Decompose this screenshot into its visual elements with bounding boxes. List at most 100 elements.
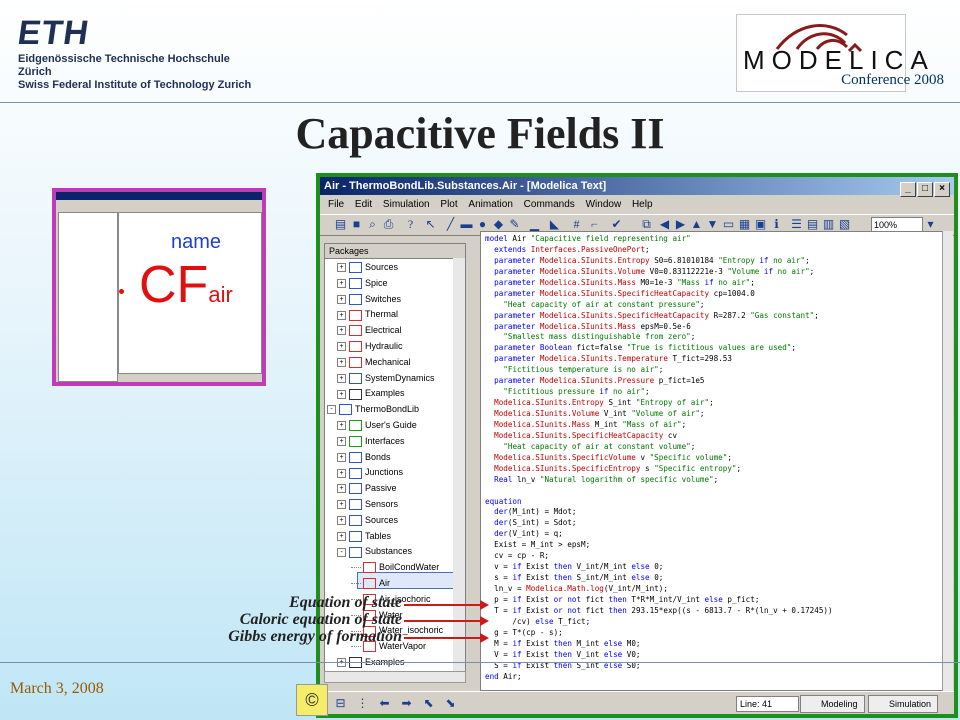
- tree-item[interactable]: + Interfaces: [337, 434, 405, 449]
- expand-icon[interactable]: +: [337, 531, 346, 541]
- help-icon[interactable]: ?: [404, 218, 417, 231]
- expand-icon[interactable]: +: [337, 468, 346, 478]
- polygon-tool-icon[interactable]: ◆: [492, 218, 505, 231]
- minimize-button[interactable]: _: [900, 182, 916, 197]
- code-vertical-scrollbar[interactable]: [942, 231, 953, 691]
- info-icon[interactable]: ℹ: [770, 218, 783, 231]
- zoom-dropdown-chevron-icon[interactable]: ▾: [924, 218, 937, 231]
- eth-line-1: Eidgenössische Technische Hochschule Zür…: [18, 53, 230, 78]
- tree-horizontal-scrollbar[interactable]: [324, 671, 466, 683]
- expand-icon[interactable]: +: [337, 326, 346, 336]
- down-icon[interactable]: ▼: [706, 218, 719, 231]
- line-color-icon[interactable]: ▁: [528, 218, 541, 231]
- check-icon[interactable]: ✔: [610, 218, 623, 231]
- expand-icon[interactable]: +: [337, 500, 346, 510]
- open-icon[interactable]: ▤: [334, 218, 347, 231]
- close-button[interactable]: ×: [934, 182, 950, 197]
- connect-icon[interactable]: ⌐: [588, 218, 601, 231]
- tree-item[interactable]: + Examples: [337, 386, 405, 401]
- line-tool-icon[interactable]: ╱: [444, 218, 457, 231]
- simulation-mode-button[interactable]: Simulation: [868, 695, 939, 713]
- package-icon: [349, 499, 362, 511]
- expand-icon[interactable]: +: [337, 484, 346, 494]
- tree-vertical-scrollbar[interactable]: [453, 258, 465, 672]
- collapse-icon[interactable]: -: [337, 547, 346, 557]
- menu-animation[interactable]: Animation: [468, 199, 512, 210]
- copy-icon[interactable]: ⧉: [640, 218, 653, 231]
- tree-item[interactable]: + Tables: [337, 529, 391, 544]
- nav-back-icon[interactable]: ⬅: [378, 697, 391, 710]
- tree-item[interactable]: + Passive: [337, 481, 397, 496]
- menu-plot[interactable]: Plot: [440, 199, 457, 210]
- diagram-view-icon[interactable]: ▭: [722, 218, 735, 231]
- text-tool-icon[interactable]: ✎: [508, 218, 521, 231]
- rectangle-tool-icon[interactable]: ▬: [460, 218, 473, 231]
- fill-color-icon[interactable]: ◣: [548, 218, 561, 231]
- tree-item[interactable]: - Substances: [337, 544, 412, 559]
- text-view-icon[interactable]: ☰: [790, 218, 803, 231]
- grid-icon[interactable]: #: [570, 218, 583, 231]
- expand-icon[interactable]: +: [337, 310, 346, 320]
- print-icon[interactable]: ⎙: [382, 218, 395, 231]
- find-icon[interactable]: ⌕: [366, 218, 379, 231]
- expand-icon[interactable]: +: [337, 515, 346, 525]
- tree-item-label: Examples: [365, 388, 405, 399]
- tree-item[interactable]: + Bonds: [337, 450, 391, 465]
- tree-item[interactable]: + Thermal: [337, 307, 398, 322]
- documentation-icon[interactable]: ▤: [806, 218, 819, 231]
- package-icon: [349, 514, 362, 526]
- expand-icon[interactable]: +: [337, 294, 346, 304]
- cf-label: CF: [139, 256, 209, 314]
- menu-file[interactable]: File: [328, 199, 344, 210]
- library-window-icon[interactable]: ⋮: [356, 697, 369, 710]
- tree-item[interactable]: - ThermoBondLib: [327, 402, 419, 417]
- expand-icon[interactable]: +: [337, 278, 346, 288]
- expand-icon[interactable]: +: [337, 263, 346, 273]
- tree-item[interactable]: + Mechanical: [337, 355, 411, 370]
- expand-icon[interactable]: +: [337, 436, 346, 446]
- menu-simulation[interactable]: Simulation: [383, 199, 430, 210]
- save-icon[interactable]: ■: [350, 218, 363, 231]
- zoom-out-icon[interactable]: ▧: [838, 218, 851, 231]
- tree-item[interactable]: + Sources: [337, 260, 398, 275]
- package-icon: [349, 277, 362, 289]
- nav-home-icon[interactable]: ⬊: [444, 697, 457, 710]
- menu-edit[interactable]: Edit: [355, 199, 372, 210]
- modeling-mode-button[interactable]: Modeling: [800, 695, 865, 713]
- arrow-tool-icon[interactable]: ↖: [424, 218, 437, 231]
- nav-forward-icon[interactable]: ➡: [400, 697, 413, 710]
- up-icon[interactable]: ▲: [690, 218, 703, 231]
- icon-view-icon[interactable]: ▦: [738, 218, 751, 231]
- window-titlebar[interactable]: Air - ThermoBondLib.Substances.Air - [Mo…: [320, 177, 954, 197]
- tree-item[interactable]: + Switches: [337, 292, 401, 307]
- diagram-layer-icon[interactable]: ▣: [754, 218, 767, 231]
- ellipse-tool-icon[interactable]: ●: [476, 218, 489, 231]
- expand-icon[interactable]: +: [337, 421, 346, 431]
- menu-window[interactable]: Window: [586, 199, 622, 210]
- expand-icon[interactable]: +: [337, 373, 346, 383]
- tree-item[interactable]: + Sensors: [337, 497, 398, 512]
- tree-item[interactable]: + Spice: [337, 276, 388, 291]
- tree-item[interactable]: + User's Guide: [337, 418, 417, 433]
- menu-commands[interactable]: Commands: [524, 199, 575, 210]
- tree-item[interactable]: Air: [351, 576, 390, 591]
- tree-item[interactable]: BoilCondWater: [351, 560, 439, 575]
- component-browser-icon[interactable]: ⊟: [334, 697, 347, 710]
- back-icon[interactable]: ◀: [658, 218, 671, 231]
- tree-item[interactable]: + Junctions: [337, 465, 403, 480]
- modelica-code-editor[interactable]: model Air "Capacitive field representing…: [480, 231, 952, 691]
- expand-icon[interactable]: +: [337, 452, 346, 462]
- collapse-icon[interactable]: -: [327, 405, 336, 415]
- expand-icon[interactable]: +: [337, 357, 346, 367]
- tree-item[interactable]: + SystemDynamics: [337, 371, 435, 386]
- forward-icon[interactable]: ▶: [674, 218, 687, 231]
- tree-item[interactable]: + Electrical: [337, 323, 402, 338]
- maximize-button[interactable]: □: [917, 182, 933, 197]
- expand-icon[interactable]: +: [337, 389, 346, 399]
- expand-icon[interactable]: +: [337, 342, 346, 352]
- tree-item[interactable]: + Hydraulic: [337, 339, 403, 354]
- nav-up-icon[interactable]: ⬉: [422, 697, 435, 710]
- zoom-in-icon[interactable]: ▥: [822, 218, 835, 231]
- tree-item[interactable]: + Sources: [337, 513, 398, 528]
- menu-help[interactable]: Help: [632, 199, 653, 210]
